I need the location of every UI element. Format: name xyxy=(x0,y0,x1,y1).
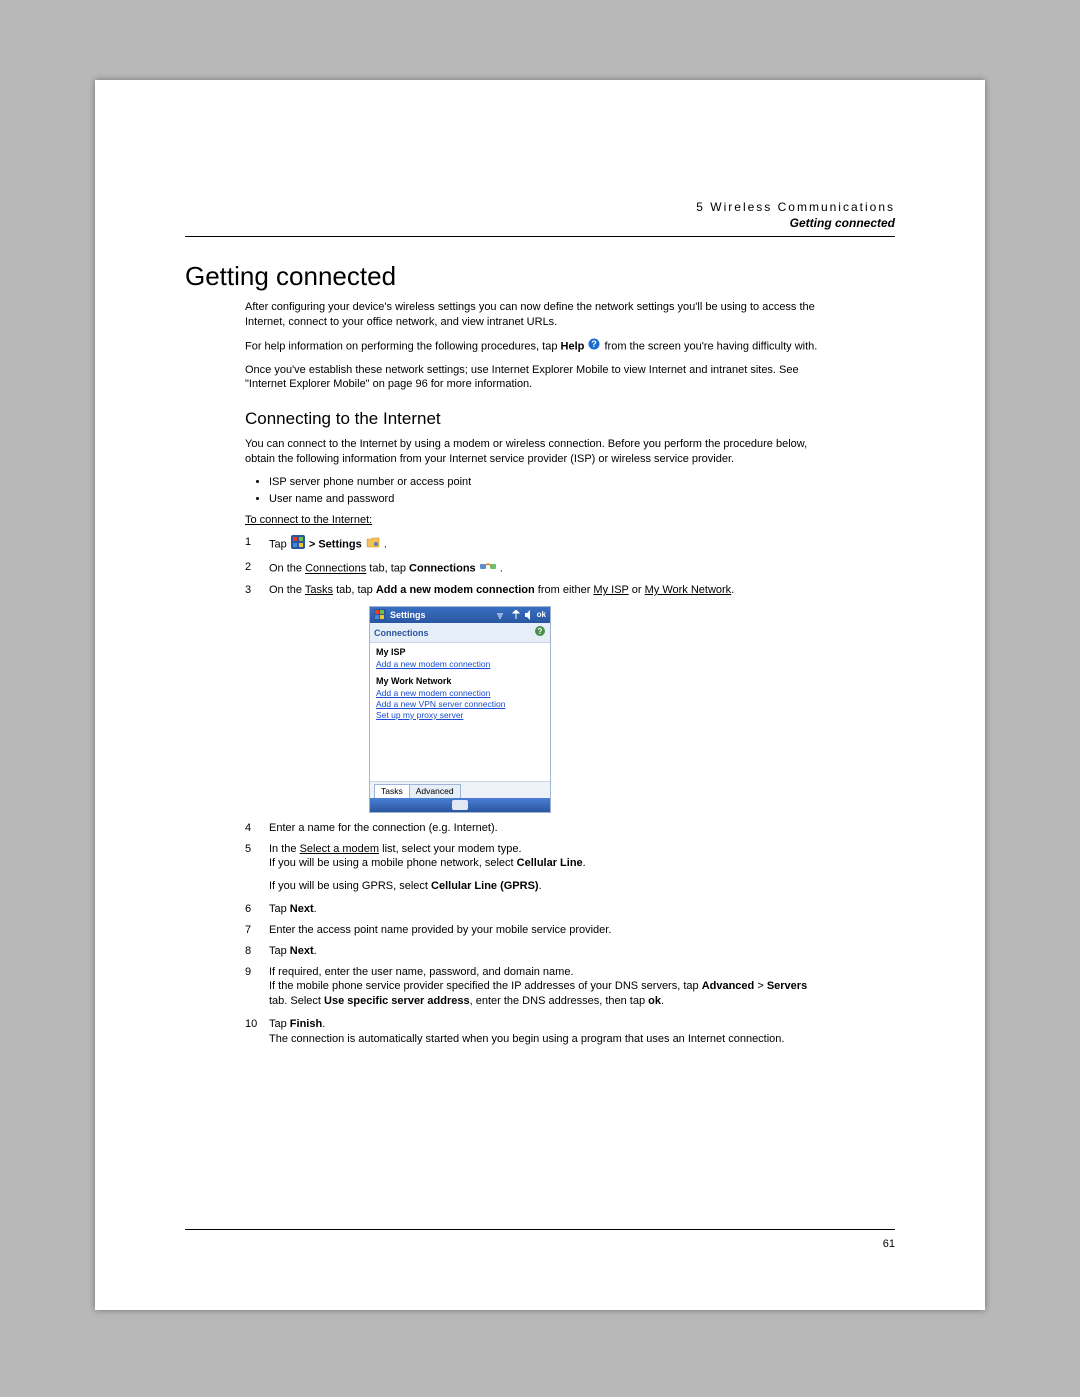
procedure-title: To connect to the Internet: xyxy=(245,513,825,528)
chapter-subtitle: Getting connected xyxy=(185,216,895,230)
add-vpn-link[interactable]: Add a new VPN server connection xyxy=(376,699,544,710)
intro-p1: After configuring your device's wireless… xyxy=(245,300,825,330)
step-10: Tap Finish. The connection is automatica… xyxy=(245,1017,825,1047)
window-body: My ISP Add a new modem connection My Wor… xyxy=(370,643,550,781)
step-3: On the Tasks tab, tap Add a new modem co… xyxy=(245,583,825,813)
step-2: On the Connections tab, tap Connections … xyxy=(245,560,825,577)
procedure-steps: Tap > Settings . On the Connections tab,… xyxy=(245,535,825,1046)
step-6: Tap Next. xyxy=(245,902,825,917)
signal-icon xyxy=(497,610,507,620)
settings-folder-icon xyxy=(366,536,380,553)
speaker-icon xyxy=(525,610,533,620)
add-modem-link[interactable]: Add a new modem connection xyxy=(376,688,544,699)
window-bar: Connections ? xyxy=(370,623,550,643)
intro-p2: For help information on performing the f… xyxy=(245,338,825,355)
tab-tasks[interactable]: Tasks xyxy=(374,784,410,797)
window-tabs: TasksAdvanced xyxy=(370,781,550,797)
help-icon[interactable]: ? xyxy=(534,625,546,640)
titlebar-icons: ok xyxy=(497,610,546,621)
ok-button[interactable]: ok xyxy=(537,610,546,621)
body-column: After configuring your device's wireless… xyxy=(245,300,825,1047)
window-title: Settings xyxy=(390,609,426,621)
antenna-icon xyxy=(511,610,521,620)
step-1: Tap > Settings . xyxy=(245,535,825,554)
step-8: Tap Next. xyxy=(245,944,825,959)
list-item: ISP server phone number or access point xyxy=(269,475,825,490)
intro-p3: Once you've establish these network sett… xyxy=(245,363,825,393)
mywork-label: My Work Network xyxy=(376,676,451,686)
subsection-intro: You can connect to the Internet by using… xyxy=(245,437,825,467)
keyboard-icon[interactable] xyxy=(452,800,468,810)
step-5: In the Select a modem list, select your … xyxy=(245,842,825,895)
embedded-screenshot: Settings ok Connections ? xyxy=(369,606,825,813)
section-title: Getting connected xyxy=(185,261,895,292)
start-icon xyxy=(291,535,305,554)
window-titlebar: Settings ok xyxy=(370,607,550,623)
connections-icon xyxy=(480,560,496,577)
myisp-label: My ISP xyxy=(376,647,406,657)
step-7: Enter the access point name provided by … xyxy=(245,923,825,938)
add-modem-link[interactable]: Add a new modem connection xyxy=(376,659,544,670)
svg-text:?: ? xyxy=(538,627,543,636)
start-flag-icon xyxy=(374,609,386,621)
chapter-header: 5 Wireless Communications xyxy=(185,200,895,214)
page-number: 61 xyxy=(883,1238,895,1250)
requirements-list: ISP server phone number or access point … xyxy=(245,475,825,507)
step-4: Enter a name for the connection (e.g. In… xyxy=(245,821,825,836)
help-icon: ? xyxy=(588,338,600,355)
window-footer xyxy=(370,798,550,812)
header-rule xyxy=(185,236,895,237)
subsection-title: Connecting to the Internet xyxy=(245,408,825,431)
tab-advanced[interactable]: Advanced xyxy=(409,784,461,797)
footer-rule xyxy=(185,1229,895,1230)
list-item: User name and password xyxy=(269,492,825,507)
manual-page: 5 Wireless Communications Getting connec… xyxy=(95,80,985,1310)
setup-proxy-link[interactable]: Set up my proxy server xyxy=(376,710,544,721)
step-9: If required, enter the user name, passwo… xyxy=(245,965,825,1010)
settings-window: Settings ok Connections ? xyxy=(369,606,551,813)
svg-text:?: ? xyxy=(592,339,598,349)
